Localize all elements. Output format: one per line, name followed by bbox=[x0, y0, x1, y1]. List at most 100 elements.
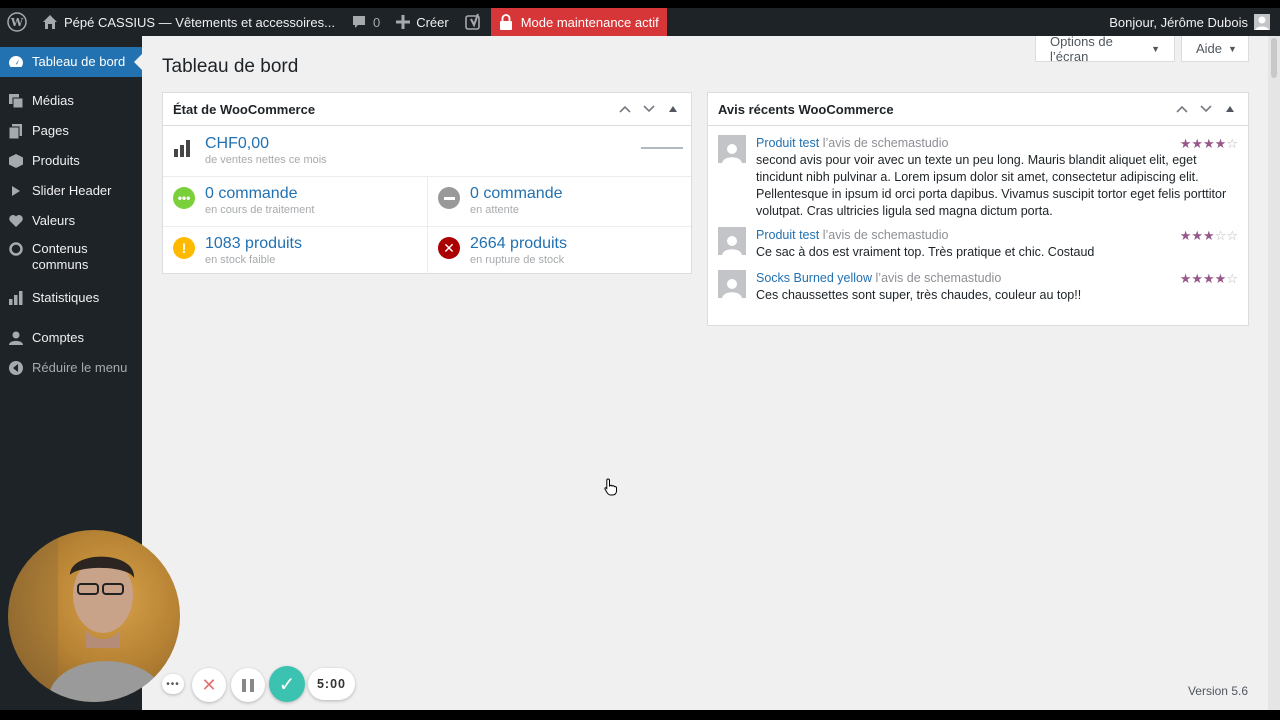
sidebar-item-products[interactable]: Produits bbox=[0, 150, 142, 172]
page-title: Tableau de bord bbox=[162, 56, 299, 77]
sidebar-item-label: Statistiques bbox=[32, 290, 100, 305]
toggle-panel-icon[interactable] bbox=[665, 101, 681, 117]
sidebar-item-label: Valeurs bbox=[32, 213, 76, 228]
review-text: Ce sac à dos est vraiment top. Très prat… bbox=[756, 245, 1095, 259]
review-product-link[interactable]: Produit test bbox=[756, 228, 819, 242]
recorder-pause-button[interactable] bbox=[231, 668, 265, 702]
greeting: Bonjour, Jérôme Dubois bbox=[1109, 14, 1248, 30]
sidebar-item-contenus-communs[interactable]: Contenus communs bbox=[0, 241, 142, 273]
sidebar-item-label: Contenus communs bbox=[32, 241, 89, 272]
woocommerce-status-widget: État de WooCommerce CHF0,00 de ventes ne… bbox=[162, 92, 692, 274]
heart-icon bbox=[8, 213, 24, 229]
review-author: l’avis de schemastudio bbox=[822, 228, 949, 242]
check-icon: ✓ bbox=[278, 673, 296, 696]
review-item: Socks Burned yellow l’avis de schemastud… bbox=[718, 270, 1238, 304]
recorder-cancel-button[interactable]: ✕ bbox=[192, 668, 226, 702]
review-item: Produit test l’avis de schemastudio seco… bbox=[718, 135, 1238, 220]
stats-icon bbox=[8, 290, 24, 306]
main-content: Options de l’écran ▼ Aide ▼ Tableau de b… bbox=[142, 33, 1268, 710]
sidebar-item-slider-header[interactable]: Slider Header bbox=[0, 180, 142, 202]
yoast-icon bbox=[464, 13, 480, 30]
close-icon: ✕ bbox=[201, 674, 217, 695]
onhold-value: 0 commande bbox=[470, 185, 563, 202]
dashboard-icon bbox=[8, 54, 24, 70]
recorder-finish-button[interactable]: ✓ bbox=[269, 666, 305, 702]
sidebar-item-pages[interactable]: Pages bbox=[0, 120, 142, 142]
rating-stars: ★★★★☆ bbox=[1179, 271, 1238, 286]
maintenance-label: Mode maintenance actif bbox=[520, 14, 659, 30]
warning-icon: ! bbox=[173, 237, 195, 259]
screen-options-label: Options de l’écran bbox=[1050, 33, 1113, 64]
widget-header: Avis récents WooCommerce bbox=[708, 93, 1248, 126]
help-button[interactable]: Aide ▼ bbox=[1181, 36, 1249, 62]
caret-down-icon: ▼ bbox=[1151, 43, 1160, 54]
rating-stars: ★★★★☆ bbox=[1179, 136, 1238, 151]
product-thumbnail[interactable] bbox=[718, 135, 746, 163]
widget-header: État de WooCommerce bbox=[163, 93, 691, 126]
sidebar-item-statistiques[interactable]: Statistiques bbox=[0, 287, 142, 309]
timer-text: 5:00 bbox=[316, 677, 347, 691]
review-author: l’avis de schemastudio bbox=[822, 136, 949, 150]
webcam-overlay bbox=[8, 530, 180, 702]
review-text: Ces chaussettes sont super, très chaudes… bbox=[756, 288, 1082, 302]
sidebar-item-media[interactable]: Médias bbox=[0, 90, 142, 112]
pause-icon bbox=[242, 678, 254, 692]
review-text: second avis pour voir avec un texte un p… bbox=[756, 153, 1227, 218]
recent-reviews-widget: Avis récents WooCommerce Produit test l’… bbox=[707, 92, 1249, 326]
out-of-stock-products[interactable]: ✕ 2664 produits en rupture de stock bbox=[438, 235, 567, 267]
maintenance-mode-badge[interactable]: Mode maintenance actif bbox=[490, 8, 667, 36]
processing-orders[interactable]: ••• 0 commande en cours de traitement bbox=[173, 185, 314, 217]
out-of-stock-icon: ✕ bbox=[438, 237, 460, 259]
comments-link[interactable]: 0 bbox=[343, 8, 388, 36]
review-product-link[interactable]: Produit test bbox=[756, 136, 819, 150]
wordpress-logo[interactable]: W bbox=[0, 8, 34, 36]
collapse-menu-button[interactable]: Réduire le menu bbox=[0, 357, 142, 379]
divider bbox=[427, 176, 428, 274]
product-thumbnail[interactable] bbox=[718, 270, 746, 298]
review-item: Produit test l’avis de schemastudio Ce s… bbox=[718, 227, 1238, 261]
move-down-icon[interactable] bbox=[1198, 101, 1214, 117]
sales-this-month[interactable]: CHF0,00 de ventes nettes ce mois bbox=[173, 135, 683, 167]
site-name-link[interactable]: Pépé CASSIUS — Vêtements et accessoires.… bbox=[34, 8, 343, 36]
lowstock-value: 1083 produits bbox=[205, 235, 302, 252]
site-name: Pépé CASSIUS — Vêtements et accessoires.… bbox=[64, 14, 335, 30]
sidebar-item-comptes[interactable]: Comptes bbox=[0, 327, 142, 349]
scrollbar-thumb[interactable] bbox=[1271, 38, 1277, 78]
recorder-more-button[interactable]: ••• bbox=[162, 674, 184, 694]
sidebar-item-valeurs[interactable]: Valeurs bbox=[0, 210, 142, 232]
move-down-icon[interactable] bbox=[641, 101, 657, 117]
review-author: l’avis de schemastudio bbox=[875, 271, 1002, 285]
my-account-link[interactable]: Bonjour, Jérôme Dubois bbox=[1101, 8, 1280, 36]
outofstock-value: 2664 produits bbox=[470, 235, 567, 252]
page-scrollbar[interactable] bbox=[1268, 36, 1280, 710]
low-stock-products[interactable]: ! 1083 produits en stock faible bbox=[173, 235, 302, 267]
collapse-icon bbox=[8, 360, 24, 376]
lock-icon bbox=[499, 14, 512, 30]
collapse-label: Réduire le menu bbox=[32, 360, 128, 375]
yoast-link[interactable] bbox=[457, 8, 491, 36]
onhold-label: en attente bbox=[470, 204, 519, 216]
move-up-icon[interactable] bbox=[617, 101, 633, 117]
widget-title: Avis récents WooCommerce bbox=[718, 101, 894, 117]
move-up-icon[interactable] bbox=[1174, 101, 1190, 117]
wp-version: Version 5.6 bbox=[1187, 684, 1248, 698]
sidebar-item-dashboard[interactable]: Tableau de bord bbox=[0, 47, 142, 77]
user-icon bbox=[8, 330, 24, 346]
new-content-link[interactable]: Créer bbox=[388, 8, 457, 36]
rating-stars: ★★★☆☆ bbox=[1179, 228, 1238, 243]
sparkline bbox=[641, 147, 683, 149]
sidebar-item-label: Tableau de bord bbox=[32, 54, 126, 69]
on-hold-orders[interactable]: 0 commande en attente bbox=[438, 185, 563, 217]
widget-title: État de WooCommerce bbox=[173, 101, 316, 117]
review-product-link[interactable]: Socks Burned yellow bbox=[756, 271, 872, 285]
outofstock-label: en rupture de stock bbox=[470, 254, 565, 266]
bar-chart-icon bbox=[173, 139, 195, 160]
product-thumbnail[interactable] bbox=[718, 227, 746, 255]
user-avatar-icon bbox=[1255, 16, 1269, 30]
svg-text:W: W bbox=[10, 16, 24, 29]
toggle-panel-icon[interactable] bbox=[1222, 101, 1238, 117]
sales-value: CHF0,00 bbox=[205, 135, 270, 152]
screen-options-button[interactable]: Options de l’écran ▼ bbox=[1035, 33, 1175, 64]
avatar bbox=[1254, 14, 1270, 30]
recorder-timer: 5:00 bbox=[308, 668, 355, 700]
